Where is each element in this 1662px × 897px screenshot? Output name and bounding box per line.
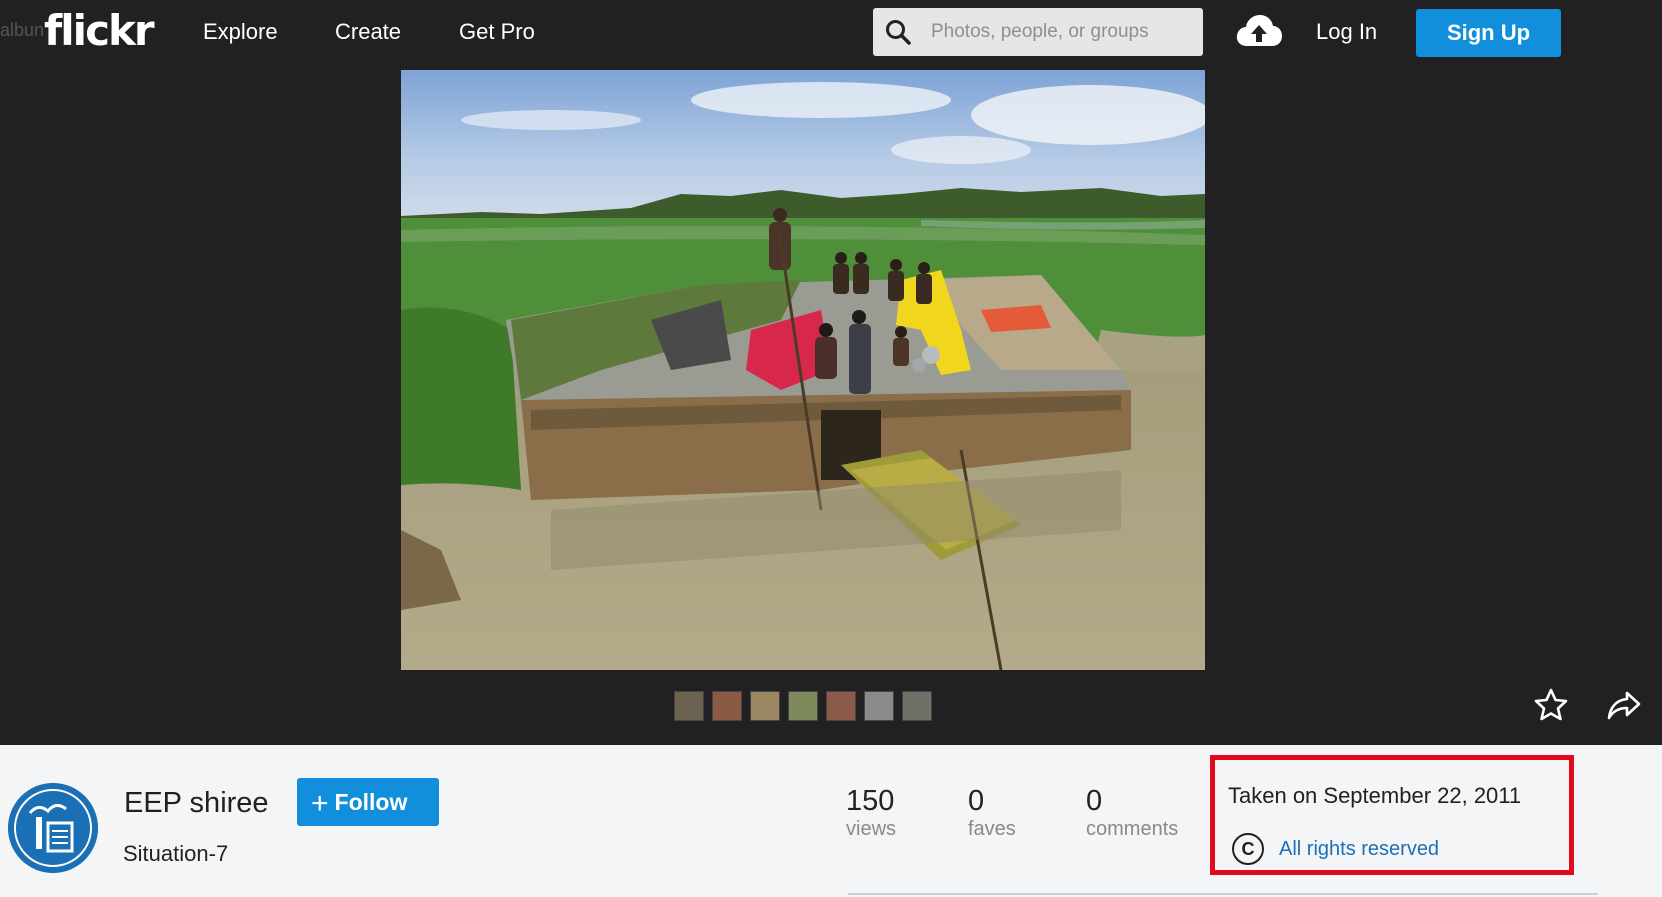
partial-text: albun bbox=[0, 20, 45, 40]
nav-create-link[interactable]: Create bbox=[335, 19, 401, 45]
divider bbox=[848, 893, 1598, 895]
owner-name-link[interactable]: EEP shiree bbox=[124, 787, 269, 820]
license-link[interactable]: All rights reserved bbox=[1279, 838, 1439, 861]
filmstrip-thumbnail[interactable] bbox=[788, 691, 818, 721]
search-box bbox=[873, 8, 1203, 56]
faves-label: faves bbox=[968, 818, 1016, 840]
star-favorite-icon[interactable] bbox=[1533, 687, 1569, 723]
photo-stage bbox=[0, 70, 1662, 745]
photostream-filmstrip bbox=[674, 691, 932, 721]
flickr-logo[interactable]: flickr bbox=[44, 6, 155, 55]
views-stat: 150 views bbox=[846, 785, 896, 841]
owner-avatar[interactable] bbox=[8, 783, 98, 873]
filmstrip-thumbnail[interactable] bbox=[750, 691, 780, 721]
copyright-icon: C bbox=[1232, 833, 1264, 865]
shiree-logo-icon bbox=[8, 783, 98, 873]
login-link[interactable]: Log In bbox=[1316, 19, 1377, 45]
search-icon[interactable] bbox=[885, 19, 911, 45]
faves-count: 0 bbox=[968, 785, 985, 817]
sign-up-button[interactable]: Sign Up bbox=[1416, 9, 1561, 57]
filmstrip-thumbnail[interactable] bbox=[826, 691, 856, 721]
follow-label: Follow bbox=[334, 789, 408, 815]
photo-title: Situation-7 bbox=[123, 841, 229, 866]
faves-stat: 0 faves bbox=[968, 785, 1016, 841]
comments-count: 0 bbox=[1086, 785, 1103, 817]
views-count: 150 bbox=[846, 785, 895, 817]
upload-cloud-icon[interactable] bbox=[1236, 14, 1282, 48]
search-input[interactable] bbox=[931, 8, 1191, 56]
follow-button[interactable]: + Follow bbox=[297, 778, 439, 826]
nav-get-pro-link[interactable]: Get Pro bbox=[459, 19, 535, 45]
flood-photo-image bbox=[401, 70, 1205, 670]
main-photo[interactable] bbox=[401, 70, 1205, 670]
photo-info-bar: EEP shiree + Follow Situation-7 150 views… bbox=[0, 745, 1662, 897]
top-navigation-bar: albun flickr Explore Create Get Pro Log … bbox=[0, 0, 1662, 70]
comments-stat: 0 comments bbox=[1086, 785, 1178, 841]
filmstrip-thumbnail[interactable] bbox=[902, 691, 932, 721]
filmstrip-thumbnail[interactable] bbox=[864, 691, 894, 721]
share-arrow-icon[interactable] bbox=[1605, 687, 1643, 723]
filmstrip-thumbnail[interactable] bbox=[712, 691, 742, 721]
views-label: views bbox=[846, 818, 897, 840]
nav-explore-link[interactable]: Explore bbox=[203, 19, 278, 45]
filmstrip-thumbnail[interactable] bbox=[674, 691, 704, 721]
plus-icon: + bbox=[311, 787, 329, 820]
comments-label: comments bbox=[1086, 818, 1179, 840]
date-taken: Taken on September 22, 2011 bbox=[1228, 783, 1522, 808]
